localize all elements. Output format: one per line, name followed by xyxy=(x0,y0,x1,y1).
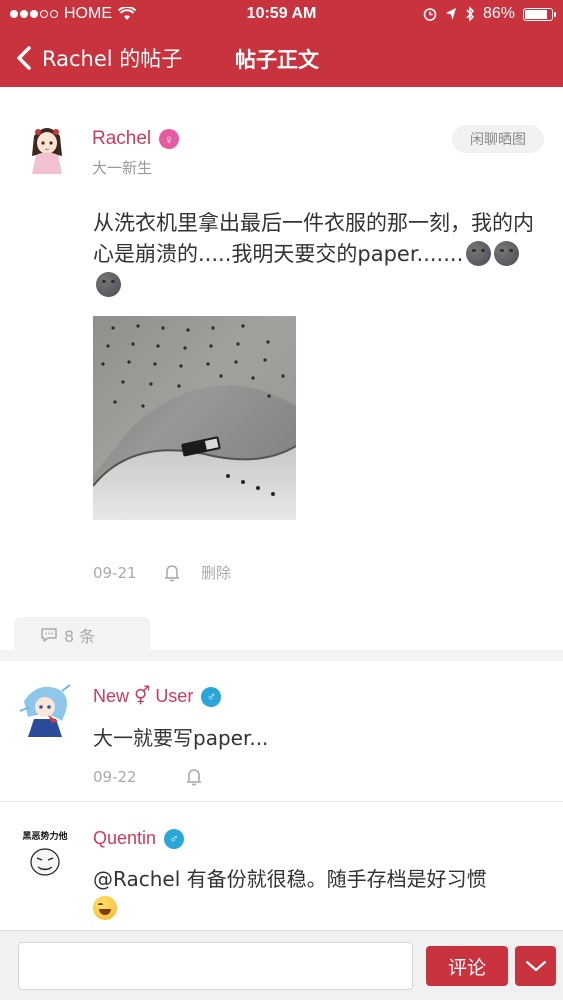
comment-input[interactable] xyxy=(18,942,413,990)
chevron-down-icon xyxy=(525,960,546,972)
female-icon: ♀ xyxy=(159,129,180,149)
comment-bubble-icon xyxy=(41,627,57,642)
post-author[interactable]: Rachel ♀ xyxy=(92,128,180,150)
location-arrow-icon xyxy=(445,8,456,20)
delete-button[interactable]: 删除 xyxy=(201,562,231,583)
comment-item: 黑恶势力他 Quentin ♂ @Rachel 有备份就很稳。随手存档是好习惯 xyxy=(0,802,563,930)
status-right: 86% xyxy=(423,5,556,23)
comment-author[interactable]: New ⚥ User ♂ xyxy=(93,686,222,707)
page-title: 帖子正文 xyxy=(235,48,319,72)
battery-icon xyxy=(523,7,556,21)
status-bar: HOME 10:59 AM 86% xyxy=(0,0,563,30)
back-label: Rachel 的帖子 xyxy=(42,47,183,71)
category-tag[interactable]: 闲聊晒图 xyxy=(452,125,544,153)
bell-icon[interactable] xyxy=(163,563,181,583)
post-author-avatar[interactable] xyxy=(22,122,72,174)
comment-count: 8 条 xyxy=(64,626,96,646)
comment-text-content: @Rachel 有备份就很稳。随手存档是好习惯 xyxy=(93,867,487,891)
new-moon-face-icon xyxy=(494,241,520,266)
comment-date: 09-22 xyxy=(93,768,137,786)
post-author-name: Rachel xyxy=(92,128,152,149)
comment-composer: 评论 xyxy=(0,930,563,1000)
comment-author-name: Quentin xyxy=(93,828,157,848)
battery-fill xyxy=(525,9,548,19)
comment-author-avatar[interactable]: 黑恶势力他 xyxy=(18,826,72,882)
male-icon: ♂ xyxy=(164,828,185,849)
post-body: 从洗衣机里拿出最后一件衣服的那一刻，我的内心是崩溃的.....我明天要交的pap… xyxy=(93,208,543,301)
post-image[interactable] xyxy=(93,316,296,520)
comment-author-avatar[interactable] xyxy=(18,681,72,737)
male-icon: ♂ xyxy=(201,686,222,707)
comment-text: @Rachel 有备份就很稳。随手存档是好习惯 xyxy=(93,864,543,924)
post-author-subtitle: 大一新生 xyxy=(92,159,153,177)
comment-meta: 09-22 xyxy=(93,767,203,787)
new-moon-face-icon xyxy=(466,241,492,266)
comment-author[interactable]: Quentin ♂ xyxy=(93,828,185,849)
post-meta: 09-21 删除 xyxy=(93,562,231,583)
comment-text: 大一就要写paper... xyxy=(93,726,269,750)
bluetooth-icon xyxy=(466,6,474,22)
battery-percent: 86% xyxy=(482,5,515,22)
nav-bar: Rachel 的帖子 帖子正文 xyxy=(0,38,563,78)
app-header: HOME 10:59 AM 86% Rachel 的帖子 帖子正文 xyxy=(0,0,563,87)
section-divider xyxy=(0,650,563,661)
comment-item: New ⚥ User ♂ 大一就要写paper... 09-22 xyxy=(0,661,563,801)
expand-button[interactable] xyxy=(515,946,556,986)
comment-author-name: New ⚥ User xyxy=(93,686,194,706)
back-button[interactable]: Rachel 的帖子 xyxy=(16,38,182,78)
laughing-face-icon xyxy=(93,896,117,920)
bell-icon[interactable] xyxy=(185,767,203,787)
new-moon-face-icon xyxy=(96,272,121,297)
avatar-caption: 黑恶势力他 xyxy=(22,830,67,842)
comment-count-tab[interactable]: 8 条 xyxy=(14,617,150,652)
submit-comment-button[interactable]: 评论 xyxy=(426,946,508,986)
post-date: 09-21 xyxy=(93,563,137,582)
alarm-icon xyxy=(423,8,437,21)
chevron-left-icon xyxy=(17,46,31,70)
